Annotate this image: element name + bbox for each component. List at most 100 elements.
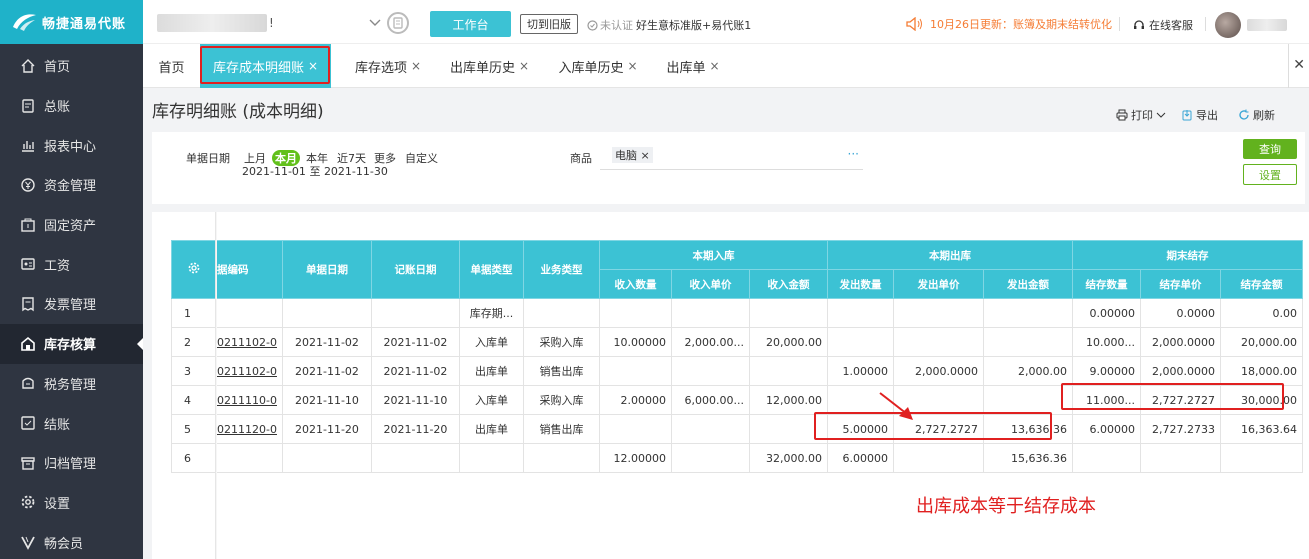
date-range[interactable]: 2021-11-01 至 2021-11-30 — [242, 163, 388, 179]
tab-label: 出库单历史 — [449, 60, 515, 76]
header-out-qty[interactable]: 发出数量 — [826, 269, 894, 299]
header-out-amount[interactable]: 发出金额 — [982, 269, 1073, 299]
table-row[interactable]: 5 0211120-0 2021-11-20 2021-11-20 出库单 销售出库 5.0… — [171, 414, 1303, 444]
header-biz-type[interactable]: 业务类型 — [522, 240, 600, 299]
close-icon[interactable]: × — [627, 59, 637, 73]
sidebar-item-label: 税务管理 — [44, 377, 97, 393]
close-icon[interactable]: × — [411, 59, 421, 73]
print-label: 打印 — [1131, 109, 1153, 122]
goods-selector[interactable]: 电脑 × ··· — [600, 145, 863, 170]
sidebar-item-tax[interactable]: 税务管理 — [0, 364, 143, 404]
header-in-amount[interactable]: 收入金额 — [748, 269, 828, 299]
sidebar-item-close-book[interactable]: 结账 — [0, 403, 143, 443]
switch-old-version-button[interactable]: 切到旧版 — [520, 14, 578, 34]
archive-icon — [20, 455, 36, 471]
sidebar-item-label: 资金管理 — [44, 179, 97, 195]
header-end-qty[interactable]: 结存数量 — [1071, 269, 1141, 299]
ledger-icon — [20, 98, 36, 114]
sidebar-item-money[interactable]: 资金管理 — [0, 165, 143, 205]
table-row[interactable]: 4 0211110-0 2021-11-10 2021-11-10 入库单 采购入库 2.0… — [171, 385, 1303, 415]
sidebar-item-salary[interactable]: 工资 — [0, 244, 143, 284]
cell-out-qty: 1.00000 — [826, 356, 894, 386]
cell-doc-no[interactable] — [216, 298, 283, 328]
tab-3[interactable]: 出库单历史 × — [436, 44, 543, 88]
username-blurred — [1247, 19, 1287, 31]
header-in-price[interactable]: 收入单价 — [670, 269, 750, 299]
cell-doc-no[interactable] — [216, 443, 283, 473]
header-end-price[interactable]: 结存单价 — [1139, 269, 1221, 299]
brand-logo[interactable]: 畅捷通易代账 — [0, 0, 143, 44]
settings-button[interactable]: 设置 — [1243, 164, 1297, 185]
sidebar-item-home[interactable]: 首页 — [0, 46, 143, 86]
table-row[interactable]: 1 库存期... 0.00000 0.0000 0.00 — [171, 298, 1303, 328]
tab-1[interactable]: 库存成本明细账 × — [200, 44, 331, 88]
close-all-tabs-icon[interactable]: ✕ — [1293, 57, 1305, 73]
cell-doc-no[interactable]: 0211110-0 — [216, 385, 283, 415]
cell-in-qty — [598, 356, 672, 386]
cell-in-amount — [748, 298, 828, 328]
quick-date-custom[interactable]: 自定义 — [405, 150, 438, 166]
cell-post-date: 2021-11-02 — [370, 327, 460, 357]
sidebar-item-chart[interactable]: 报表中心 — [0, 125, 143, 165]
header-in-qty[interactable]: 收入数量 — [598, 269, 672, 299]
vip-icon — [20, 534, 36, 550]
sidebar-item-asset[interactable]: 固定资产 — [0, 205, 143, 245]
cell-doc-date: 2021-11-10 — [281, 385, 372, 415]
header-doc-type[interactable]: 单据类型 — [458, 240, 524, 299]
divider — [1288, 44, 1289, 88]
close-icon[interactable]: × — [709, 59, 719, 73]
tab-5[interactable]: 出库单 × — [653, 44, 733, 88]
workbench-button[interactable]: 工作台 — [430, 11, 511, 37]
sidebar-item-archive[interactable]: 归档管理 — [0, 443, 143, 483]
sidebar-item-label: 结账 — [44, 417, 71, 433]
close-icon[interactable]: × — [641, 149, 650, 162]
column-settings-header[interactable] — [171, 240, 217, 299]
query-button[interactable]: 查询 — [1243, 139, 1297, 159]
table-row[interactable]: 6 12.00000 32,000.00 6.00000 15,636.36 — [171, 443, 1303, 473]
online-service-link[interactable]: 在线客服 — [1133, 17, 1193, 33]
verification-status[interactable]: 未认证 — [587, 17, 633, 33]
cell-doc-no[interactable]: 0211102-0 — [216, 356, 283, 386]
print-button[interactable]: 打印 — [1116, 107, 1166, 123]
close-icon[interactable]: × — [519, 59, 529, 73]
sidebar-item-gear[interactable]: 设置 — [0, 483, 143, 523]
cell-row-index: 4 — [171, 385, 217, 415]
tab-4[interactable]: 入库单历史 × — [543, 44, 653, 88]
header-doc-date[interactable]: 单据日期 — [281, 240, 372, 299]
filter-panel: 单据日期 上月 本月 本年 近7天 更多 自定义 2021-11-01 至 20… — [152, 132, 1305, 204]
cell-row-index: 1 — [171, 298, 217, 328]
header-end-amount[interactable]: 结存金额 — [1219, 269, 1303, 299]
account-switch-icon[interactable] — [387, 12, 409, 34]
sidebar-item-label: 设置 — [44, 496, 71, 512]
table-row[interactable]: 3 0211102-0 2021-11-02 2021-11-02 出库单 销售出库 1.0… — [171, 356, 1303, 386]
cell-end-amount: 0.00 — [1219, 298, 1303, 328]
cell-doc-no[interactable]: 0211120-0 — [216, 414, 283, 444]
table-row[interactable]: 2 0211102-0 2021-11-02 2021-11-02 入库单 采购入库 10.… — [171, 327, 1303, 357]
update-notice[interactable]: 10月26日更新：账簿及期末结转优化 — [906, 16, 1112, 32]
goods-chip[interactable]: 电脑 × — [612, 147, 653, 163]
cell-in-price — [670, 414, 750, 444]
sidebar-item-warehouse[interactable]: 库存核算 — [0, 323, 143, 364]
goods-more-icon[interactable]: ··· — [848, 147, 859, 161]
tab-2[interactable]: 库存选项 × — [340, 44, 436, 88]
cell-doc-no[interactable]: 0211102-0 — [216, 327, 283, 357]
cell-in-amount: 12,000.00 — [748, 385, 828, 415]
export-button[interactable]: 导出 — [1181, 107, 1218, 123]
header-out-price[interactable]: 发出单价 — [892, 269, 984, 299]
sidebar-item-vip[interactable]: 畅会员 — [0, 522, 143, 559]
cell-doc-date: 2021-11-02 — [281, 356, 372, 386]
headset-icon — [1134, 20, 1144, 29]
avatar[interactable] — [1215, 12, 1241, 38]
close-icon[interactable]: × — [308, 59, 318, 73]
brand-name: 畅捷通易代账 — [42, 16, 127, 32]
sidebar-item-invoice[interactable]: 发票管理 — [0, 284, 143, 324]
tab-0[interactable]: 首页 — [143, 44, 200, 88]
sidebar-item-ledger[interactable]: 总账 — [0, 86, 143, 126]
account-selector[interactable]: ! — [157, 12, 381, 34]
cell-out-qty — [826, 298, 894, 328]
refresh-button[interactable]: 刷新 — [1238, 107, 1275, 123]
header-post-date[interactable]: 记账日期 — [370, 240, 460, 299]
cell-end-qty — [1071, 443, 1141, 473]
header-doc-no[interactable]: 据编码 — [216, 240, 283, 299]
cell-end-price: 0.0000 — [1139, 298, 1221, 328]
